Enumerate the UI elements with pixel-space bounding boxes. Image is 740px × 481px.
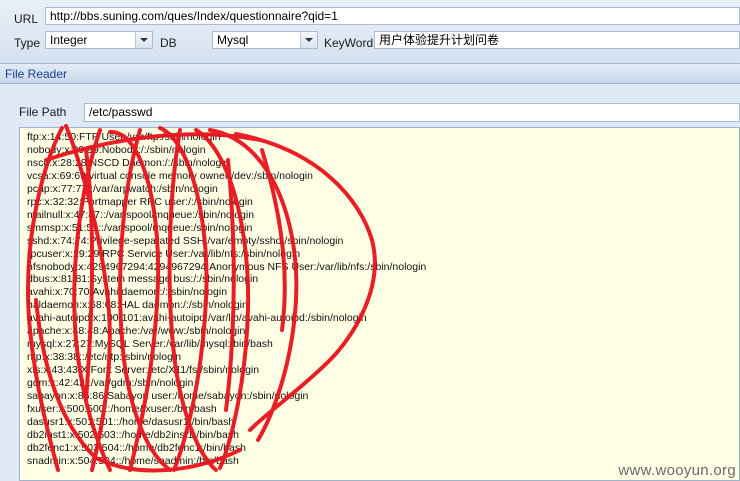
watermark: www.wooyun.org xyxy=(618,462,736,479)
file-line: mysql:x:27:27:MySQL Server:/var/lib/mysq… xyxy=(27,338,273,351)
file-content-textarea[interactable]: ftp:x:14:50:FTP User:/var/ftp:/sbin/nolo… xyxy=(19,127,740,481)
toolbar: URL http://bbs.suning.com/ques/Index/que… xyxy=(0,0,740,62)
keyword-input[interactable]: 用户体验提升计划问卷 xyxy=(374,31,740,49)
file-line: nfsnobody:x:4294967294:4294967294:Anonym… xyxy=(27,260,427,273)
db-dropdown-button[interactable] xyxy=(300,32,317,48)
file-path-input[interactable]: /etc/passwd xyxy=(84,103,740,122)
file-line: sshd:x:74:74:Privilege-separated SSH:/va… xyxy=(27,234,344,247)
file-line: fxuser:x:500:500::/home/fxuser:/bin/bash xyxy=(27,402,217,415)
url-label: URL xyxy=(14,12,39,26)
db-select[interactable]: Mysql xyxy=(212,31,318,49)
file-line: db2inst1:x:502:503::/home/db2inst1:/bin/… xyxy=(27,428,239,441)
keyword-label: KeyWord xyxy=(324,36,374,50)
chevron-down-icon xyxy=(305,38,313,42)
url-input[interactable]: http://bbs.suning.com/ques/Index/questio… xyxy=(45,7,740,25)
db-label: DB xyxy=(160,36,177,50)
file-line: ntp:x:38:38::/etc/ntp:/sbin/nologin xyxy=(27,351,182,364)
file-line: dbus:x:81:81:System message bus:/:/sbin/… xyxy=(27,273,259,286)
file-reader-header: File Reader xyxy=(0,63,740,84)
type-dropdown-button[interactable] xyxy=(135,32,152,48)
type-select-value: Integer xyxy=(50,33,88,47)
chevron-down-icon xyxy=(140,38,148,42)
file-line: sabayon:x:86:86:Sabayon user:/home/sabay… xyxy=(27,390,309,402)
file-line: dasusr1:x:501:501::/home/dasusr1:/bin/ba… xyxy=(27,415,235,428)
panel-title: File Reader xyxy=(5,67,68,81)
file-line: rpcuser:x:29:29:RPC Service User:/var/li… xyxy=(27,247,301,260)
file-line: rpc:x:32:32:Portmapper RPC user:/:/sbin/… xyxy=(27,195,253,208)
file-line: mailnull:x:47:47::/var/spool/mqueue:/sbi… xyxy=(27,208,255,221)
file-line: apache:x:48:48:Apache:/var/www:/sbin/nol… xyxy=(27,325,246,338)
file-line: pcap:x:77:77::/var/arpwatch:/sbin/nologi… xyxy=(27,182,218,195)
file-line: xfs:x:43:43:X Font Server:/etc/X11/fs:/s… xyxy=(27,364,260,377)
db-select-value: Mysql xyxy=(217,33,249,47)
file-line: vcsa:x:69:69:virtual console memory owne… xyxy=(27,169,313,182)
file-line: avahi:x:70:70:Avahi daemon:/:/sbin/nolog… xyxy=(27,286,228,299)
file-line: nscd:x:28:28:NSCD Daemon:/:/sbin/nologin xyxy=(27,156,230,169)
file-line: haldaemon:x:68:68:HAL daemon:/:/sbin/nol… xyxy=(27,299,248,312)
file-line: gdm:x:42:42::/var/gdm:/sbin/nologin xyxy=(27,377,194,390)
file-path-label: File Path xyxy=(19,105,67,119)
file-line: smmsp:x:51:51::/var/spool/mqueue:/sbin/n… xyxy=(27,221,253,234)
file-line: db2fenc1:x:503:504::/home/db2fenc1:/bin/… xyxy=(27,441,246,454)
file-line: ftp:x:14:50:FTP User:/var/ftp:/sbin/nolo… xyxy=(27,131,221,143)
type-select[interactable]: Integer xyxy=(45,31,153,49)
file-line: avahi-autoipd:x:100:101:avahi-autoipd:/v… xyxy=(27,312,367,325)
file-line: snadmin:x:504:504::/home/snadmin:/bin/ba… xyxy=(27,454,239,467)
file-line: nobody:x:99:99:Nobody:/:/sbin/nologin xyxy=(27,143,206,156)
type-label: Type xyxy=(14,36,41,50)
